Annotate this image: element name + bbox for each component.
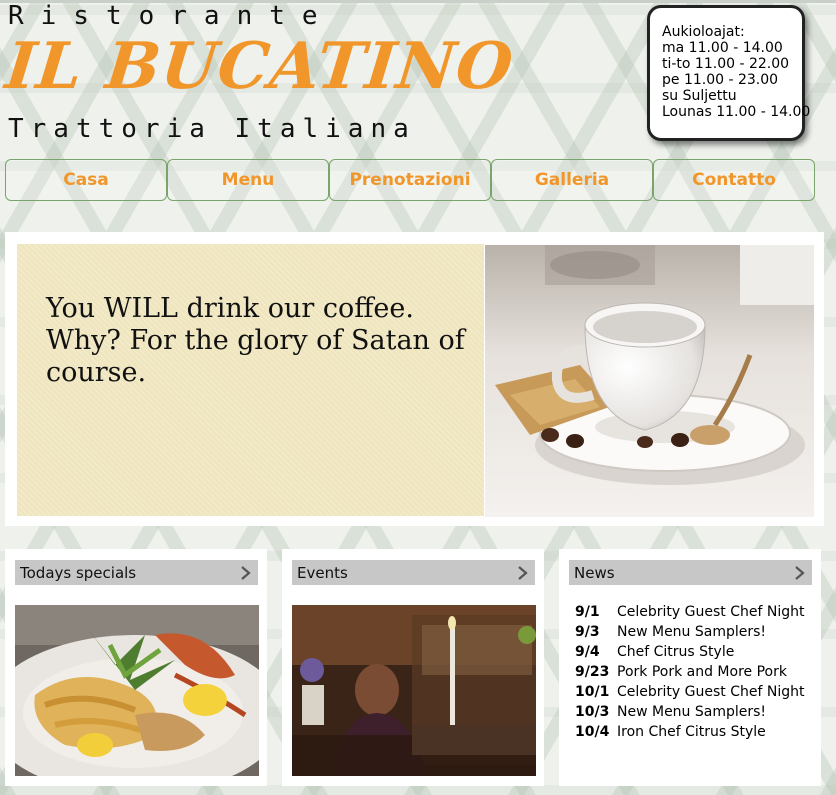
- brand-logo-name[interactable]: IL BUCATINO: [2, 29, 517, 104]
- specials-food-image[interactable]: [15, 605, 259, 776]
- specials-title: Todays specials: [20, 563, 137, 582]
- events-title: Events: [297, 563, 348, 582]
- chevron-right-icon: [511, 560, 535, 585]
- news-item-date: 9/3: [575, 624, 600, 640]
- specials-header[interactable]: Todays specials: [15, 560, 258, 585]
- restaurant-interior-illustration: [292, 605, 536, 776]
- news-item[interactable]: 10/4 Iron Chef Citrus Style: [575, 722, 804, 742]
- news-card: News 9/1 Celebrity Guest Chef Night 9/3 …: [559, 549, 821, 786]
- chevron-right-icon: [234, 560, 258, 585]
- hero-banner: You WILL drink our coffee. Why? For the …: [5, 232, 824, 526]
- nav-item-galleria[interactable]: Galleria: [491, 159, 653, 201]
- news-item-title: New Menu Samplers!: [617, 624, 767, 640]
- news-item-date: 10/4: [575, 724, 610, 740]
- news-item-title: Iron Chef Citrus Style: [617, 724, 766, 740]
- news-item-date: 9/4: [575, 644, 600, 660]
- news-header[interactable]: News: [569, 560, 812, 585]
- nav-item-contatto[interactable]: Contatto: [653, 159, 815, 201]
- news-item-date: 9/1: [575, 604, 600, 620]
- pasta-dish-illustration: [15, 605, 259, 776]
- nav-item-prenotazioni[interactable]: Prenotazioni: [329, 159, 491, 201]
- news-item[interactable]: 9/4 Chef Citrus Style: [575, 642, 804, 662]
- news-item-title: New Menu Samplers!: [617, 704, 767, 720]
- news-item-title: Celebrity Guest Chef Night: [617, 604, 805, 620]
- opening-hours-line: Lounas 11.00 - 14.00: [662, 104, 811, 120]
- news-item-date: 9/23: [575, 664, 610, 680]
- news-item[interactable]: 9/3 New Menu Samplers!: [575, 622, 804, 642]
- news-item-date: 10/1: [575, 684, 610, 700]
- news-title: News: [574, 563, 615, 582]
- hero-coffee-image: [485, 245, 814, 517]
- hero-text-panel: You WILL drink our coffee. Why? For the …: [17, 244, 484, 516]
- news-item-title: Pork Pork and More Pork: [617, 664, 787, 680]
- nav-item-casa[interactable]: Casa: [5, 159, 167, 201]
- news-item[interactable]: 9/1 Celebrity Guest Chef Night: [575, 602, 804, 622]
- hero-quote: You WILL drink our coffee. Why? For the …: [46, 293, 465, 388]
- brand-trattoria-text: Trattoria Italiana: [8, 114, 416, 144]
- brand-ristorante-text: Ristorante: [8, 1, 335, 31]
- news-item-title: Chef Citrus Style: [617, 644, 735, 660]
- specials-card: Todays specials: [5, 549, 267, 786]
- coffee-cup-illustration: [485, 245, 814, 517]
- news-item[interactable]: 9/23 Pork Pork and More Pork: [575, 662, 804, 682]
- news-list: 9/1 Celebrity Guest Chef Night 9/3 New M…: [575, 602, 804, 742]
- opening-hours-line: su Suljettu: [662, 88, 737, 104]
- events-image[interactable]: [292, 605, 536, 776]
- news-item-title: Celebrity Guest Chef Night: [617, 684, 805, 700]
- news-item[interactable]: 10/3 New Menu Samplers!: [575, 702, 804, 722]
- news-item[interactable]: 10/1 Celebrity Guest Chef Night: [575, 682, 804, 702]
- opening-hours-line: ma 11.00 - 14.00: [662, 40, 783, 56]
- events-header[interactable]: Events: [292, 560, 535, 585]
- events-card: Events: [282, 549, 544, 786]
- chevron-right-icon: [788, 560, 812, 585]
- opening-hours-title: Aukioloajat:: [662, 24, 745, 40]
- opening-hours-line: ti-to 11.00 - 22.00: [662, 56, 790, 72]
- nav-item-menu[interactable]: Menu: [167, 159, 329, 201]
- opening-hours-line: pe 11.00 - 23.00: [662, 72, 779, 88]
- opening-hours-box: Aukioloajat: ma 11.00 - 14.00 ti-to 11.0…: [647, 5, 811, 141]
- news-item-date: 10/3: [575, 704, 610, 720]
